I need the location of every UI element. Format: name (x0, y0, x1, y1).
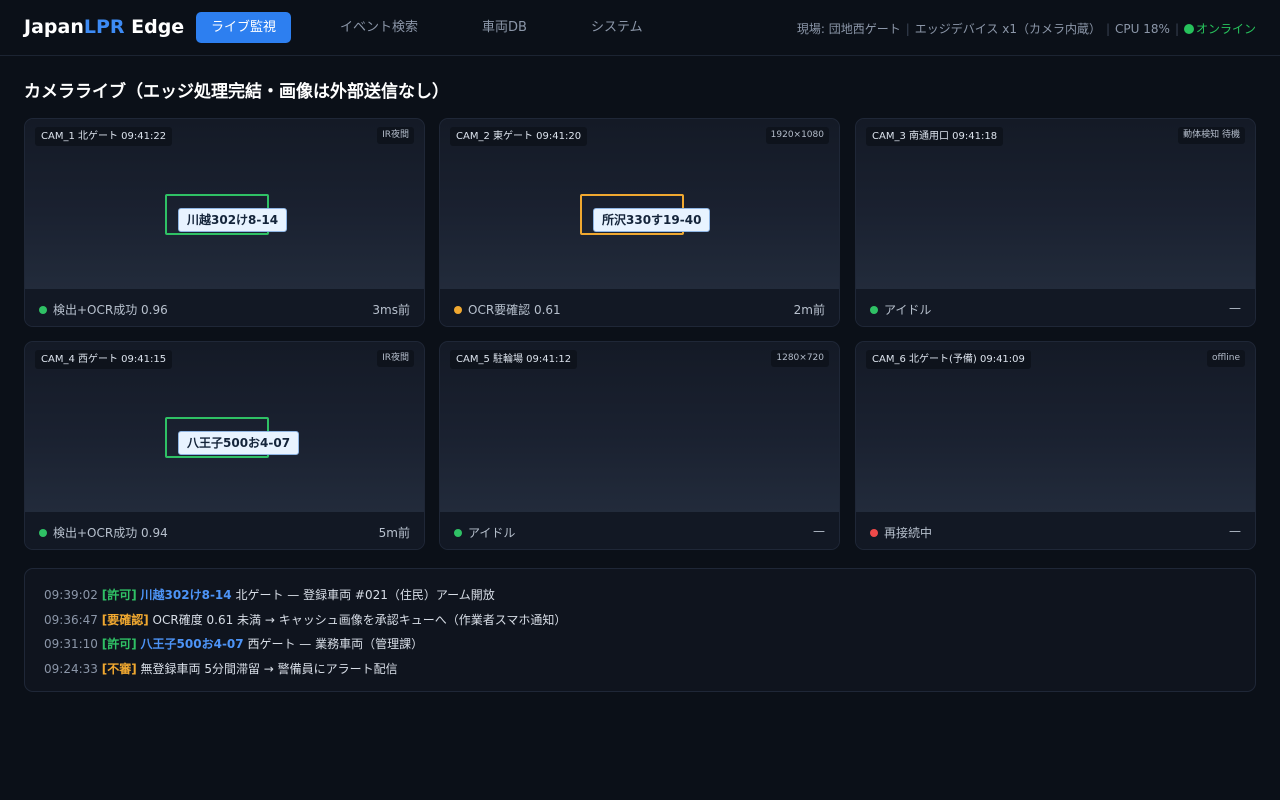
camera-tile-1[interactable]: CAM_1 北ゲート 09:41:22 IR夜間 川越302け8-14 検出+O… (24, 118, 425, 327)
log-entry[interactable]: 09:31:10 [許可] 八王子500お4-07 西ゲート — 業務車両（管理… (44, 635, 423, 652)
log-entry[interactable]: 09:36:47 [要確認] OCR確度 0.61 未満 → キャッシュ画像を承… (44, 611, 566, 628)
last-detection-time: — (1229, 524, 1241, 538)
camera-tag: offline (1207, 350, 1245, 367)
camera-label: CAM_4 西ゲート 09:41:15 (35, 350, 173, 369)
divider: | (1174, 21, 1179, 36)
camera-status: 検出+OCR成功 0.94 (39, 524, 168, 541)
divider: | (905, 21, 910, 36)
camera-footer: 検出+OCR成功 0.96 3ms前 (25, 289, 424, 326)
log-tag: [要確認] (101, 613, 149, 627)
camera-footer: OCR要確認 0.61 2m前 (440, 289, 839, 326)
camera-tag: 1280×720 (771, 350, 829, 367)
log-tag: [許可] (101, 637, 137, 651)
camera-tile-4[interactable]: CAM_4 西ゲート 09:41:15 IR夜間 八王子500お4-07 検出+… (24, 341, 425, 550)
camera-footer: 再接続中 — (856, 512, 1255, 549)
camera-tile-6[interactable]: CAM_6 北ゲート(予備) 09:41:09 offline 再接続中 — (855, 341, 1256, 550)
plate-link[interactable]: 八王子500お4-07 (141, 637, 244, 651)
camera-label: CAM_1 北ゲート 09:41:22 (35, 127, 173, 146)
last-detection-time: 3ms前 (372, 303, 410, 317)
top-bar: JapanLPR Edge ライブ監視 イベント検索 車両DB システム 現場:… (0, 0, 1280, 56)
camera-status: アイドル (870, 301, 931, 318)
page-title: カメラライブ（エッジ処理完結・画像は外部送信なし） (24, 82, 449, 102)
camera-status: OCR要確認 0.61 (454, 301, 561, 318)
main-nav: ライブ監視 イベント検索 車両DB システム (196, 12, 679, 43)
camera-tag: 1920×1080 (765, 127, 829, 144)
camera-status: 再接続中 (870, 524, 932, 541)
status-dot-icon (39, 528, 47, 537)
online-dot-icon (1183, 23, 1194, 34)
status-dot-icon (39, 305, 47, 314)
online-status: オンライン (1183, 20, 1256, 37)
camera-tag: IR夜間 (377, 127, 414, 144)
camera-footer: 検出+OCR成功 0.94 5m前 (25, 512, 424, 549)
divider: | (1106, 21, 1111, 36)
camera-label: CAM_6 北ゲート(予備) 09:41:09 (866, 350, 1031, 369)
system-status: 現場: 団地西ゲート | エッジデバイス x1（カメラ内蔵） | CPU 18%… (797, 20, 1256, 37)
nav-system[interactable]: システム (576, 12, 658, 43)
last-detection-time: — (813, 524, 825, 538)
last-detection-time: — (1229, 301, 1241, 315)
camera-label: CAM_2 東ゲート 09:41:20 (450, 127, 588, 146)
log-tag: [不審] (101, 662, 137, 676)
log-tag: [許可] (101, 588, 137, 602)
status-dot-icon (870, 528, 878, 537)
camera-tag: 動体検知 待機 (1178, 127, 1245, 144)
log-entry[interactable]: 09:24:33 [不審] 無登録車両 5分間滞留 → 警備員にアラート配信 (44, 660, 398, 677)
camera-tag: IR夜間 (377, 350, 414, 367)
site-name: 現場: 団地西ゲート (796, 22, 901, 36)
nav-live-monitor[interactable]: ライブ監視 (196, 12, 292, 43)
camera-footer: アイドル — (856, 289, 1255, 326)
nav-vehicle-db[interactable]: 車両DB (467, 12, 542, 43)
camera-tile-5[interactable]: CAM_5 駐輪場 09:41:12 1280×720 アイドル — (439, 341, 840, 550)
cpu-usage: CPU 18% (1115, 21, 1170, 36)
last-detection-time: 2m前 (793, 303, 825, 317)
camera-status: アイドル (454, 524, 515, 541)
plate-reading: 所沢330す19-40 (593, 208, 711, 232)
plate-reading: 川越302け8-14 (178, 208, 288, 232)
camera-label: CAM_5 駐輪場 09:41:12 (450, 350, 578, 369)
nav-event-search[interactable]: イベント検索 (325, 12, 433, 43)
camera-tile-3[interactable]: CAM_3 南通用口 09:41:18 動体検知 待機 アイドル — (855, 118, 1256, 327)
status-dot-icon (454, 305, 462, 314)
brand-logo: JapanLPR Edge (24, 16, 185, 38)
status-dot-icon (454, 528, 462, 537)
camera-status: 検出+OCR成功 0.96 (39, 301, 168, 318)
plate-reading: 八王子500お4-07 (178, 431, 300, 455)
camera-tile-2[interactable]: CAM_2 東ゲート 09:41:20 1920×1080 所沢330す19-4… (439, 118, 840, 327)
plate-link[interactable]: 川越302け8-14 (141, 588, 232, 602)
camera-label: CAM_3 南通用口 09:41:18 (866, 127, 1004, 146)
camera-footer: アイドル — (440, 512, 839, 549)
status-dot-icon (870, 305, 878, 314)
last-detection-time: 5m前 (378, 526, 410, 540)
log-entry[interactable]: 09:39:02 [許可] 川越302け8-14 北ゲート — 登録車両 #02… (44, 586, 495, 603)
event-log: 09:39:02 [許可] 川越302け8-14 北ゲート — 登録車両 #02… (24, 568, 1256, 692)
device-info: エッジデバイス x1（カメラ内蔵） (914, 22, 1101, 36)
